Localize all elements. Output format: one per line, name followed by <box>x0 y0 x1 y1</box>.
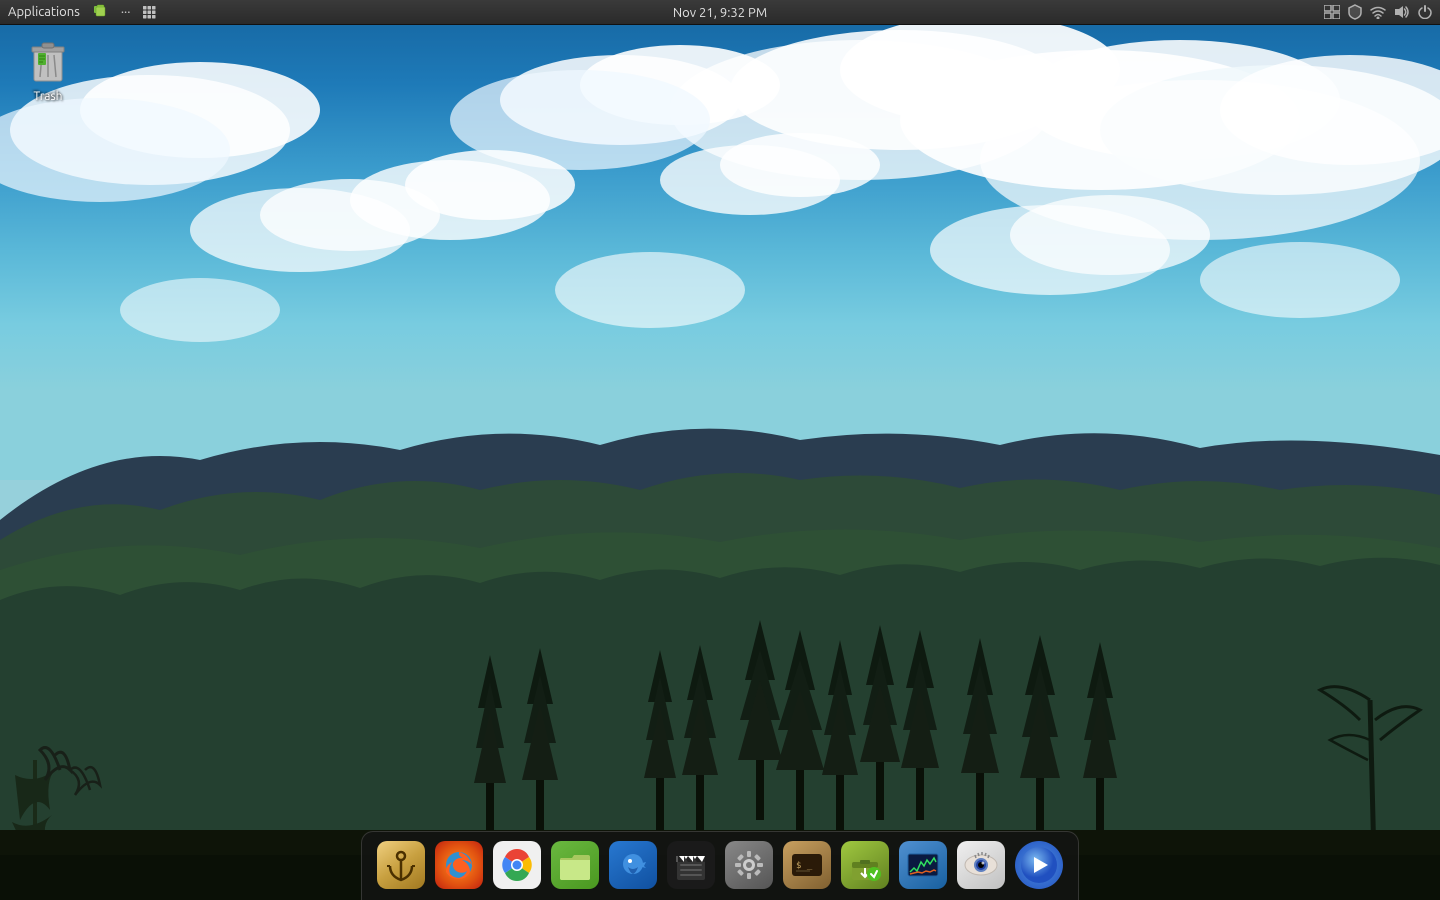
applications-menu[interactable]: Applications <box>4 5 84 19</box>
trash-label: Trash <box>33 90 62 103</box>
dock-item-eye[interactable] <box>954 838 1008 892</box>
dock-item-anchor[interactable] <box>374 838 428 892</box>
more-options-icon[interactable]: ··· <box>118 5 134 19</box>
files-panel-icon[interactable] <box>90 4 112 20</box>
dock-item-files[interactable] <box>548 838 602 892</box>
dock-item-clapper[interactable] <box>664 838 718 892</box>
dock-icon-settings <box>725 841 773 889</box>
dock-icon-installer <box>841 841 889 889</box>
volume-tray-icon[interactable] <box>1394 5 1410 19</box>
dock-icon-files <box>551 841 599 889</box>
wifi-tray-icon[interactable] <box>1370 5 1386 19</box>
panel-center: Nov 21, 9:32 PM <box>673 3 767 21</box>
dock-icon-eye <box>957 841 1005 889</box>
datetime-display[interactable]: Nov 21, 9:32 PM <box>673 6 767 20</box>
trash-icon-img <box>24 38 72 86</box>
dock-icon-anchor <box>377 841 425 889</box>
dock-item-installer[interactable] <box>838 838 892 892</box>
dock-icon-clapper <box>667 841 715 889</box>
dock-item-beak[interactable] <box>606 838 660 892</box>
panel-left: Applications ··· <box>0 4 159 20</box>
dock-icon-monitor <box>899 841 947 889</box>
dock-icon-media-player <box>1015 841 1063 889</box>
dock-icon-firefox <box>435 841 483 889</box>
dock-item-monitor[interactable] <box>896 838 950 892</box>
dock: $ _ <box>361 831 1079 900</box>
shield-tray-icon[interactable] <box>1348 4 1362 20</box>
dock-item-media-player[interactable] <box>1012 838 1066 892</box>
dock-item-terminal[interactable]: $ _ <box>780 838 834 892</box>
grid-apps-icon[interactable] <box>139 5 159 19</box>
dock-icon-terminal: $ _ <box>783 841 831 889</box>
dock-icon-chromium <box>493 841 541 889</box>
trash-icon[interactable]: Trash <box>12 38 84 103</box>
svg-text:$ _: $ _ <box>796 861 813 871</box>
top-panel: Applications ··· Nov 21, 9:3 <box>0 0 1440 25</box>
power-tray-icon[interactable] <box>1418 5 1432 19</box>
panel-right <box>1324 4 1440 20</box>
windows-tray-icon[interactable] <box>1324 5 1340 19</box>
wallpaper <box>0 0 1440 900</box>
dock-item-chromium[interactable] <box>490 838 544 892</box>
dock-item-firefox[interactable] <box>432 838 486 892</box>
dock-item-settings[interactable] <box>722 838 776 892</box>
dock-icon-beak <box>609 841 657 889</box>
desktop <box>0 0 1440 900</box>
trash-svg <box>28 39 68 85</box>
